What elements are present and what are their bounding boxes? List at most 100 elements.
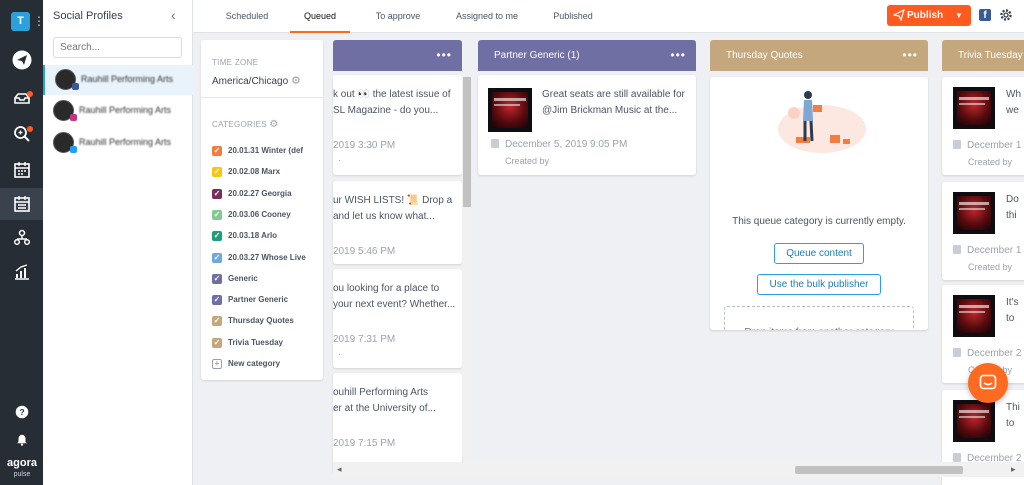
facebook-icon [72, 83, 79, 90]
new-category-label: New category [228, 359, 281, 368]
timezone-value[interactable]: America/Chicago ⚙ [212, 74, 301, 87]
queue-settings-panel: TIME ZONE America/Chicago ⚙ CATEGORIES ⚙… [201, 40, 323, 380]
tab-published[interactable]: Published [545, 0, 601, 33]
bar-chart-icon [14, 264, 29, 280]
category-item[interactable]: ✓ 20.01.31 Winter (def [212, 144, 320, 158]
category-item[interactable]: ✓ 20.03.18 Arlo [212, 229, 320, 243]
queue-calendar-icon [13, 196, 30, 212]
checkbox-checked-icon[interactable]: ✓ [212, 146, 222, 156]
gear-icon[interactable] [999, 8, 1013, 22]
profiles-panel: Social Profiles ‹ Rauhill Performing Art… [43, 0, 193, 485]
categories-label: CATEGORIES ⚙ [212, 119, 279, 130]
category-label: Generic [228, 273, 258, 283]
tab-to-approve[interactable]: To approve [365, 0, 431, 33]
agorapulse-logo[interactable]: agora pulse [4, 458, 40, 480]
horizontal-scrollbar[interactable]: ◂ ▸ [333, 462, 1024, 477]
checkbox-checked-icon[interactable]: ✓ [212, 273, 222, 284]
column-header: ••• [333, 40, 462, 71]
bulk-publisher-button[interactable]: Use the bulk publisher [757, 274, 881, 295]
timezone-text: America/Chicago [212, 76, 289, 87]
checkbox-checked-icon[interactable]: ✓ [212, 188, 222, 199]
post-text: It's to [1006, 297, 1019, 324]
help-icon: ? [15, 405, 28, 419]
drop-zone[interactable]: Drop items from another category [724, 306, 914, 330]
category-item[interactable]: ✓ 20.03.27 Whose Live [212, 251, 320, 265]
checkbox-checked-icon[interactable]: ✓ [212, 337, 222, 348]
profile-search-input[interactable] [53, 37, 182, 58]
gear-icon[interactable]: ⚙ [269, 119, 278, 130]
checkbox-checked-icon[interactable]: ✓ [212, 209, 222, 220]
gear-icon[interactable]: ⚙ [291, 75, 301, 87]
queued-post-card[interactable]: ou looking for a place to your next event… [333, 269, 462, 368]
category-label: 20.03.06 Cooney [228, 209, 291, 219]
category-item[interactable]: ✓ Generic [212, 272, 320, 286]
queued-post-card[interactable]: ouhill Performing Arts er at the Universi… [333, 373, 462, 473]
publishing-tabs: Scheduled Queued To approve Assigned to … [193, 0, 1024, 33]
category-item[interactable]: ✓ 20.03.06 Cooney [212, 208, 320, 222]
category-item[interactable]: ✓ 20.02.08 Marx [212, 165, 320, 179]
category-item[interactable]: ✓ Partner Generic [212, 293, 320, 307]
category-item[interactable]: ✓ 20.02.27 Georgia [212, 187, 320, 201]
queued-post-card[interactable]: Do thi December 1 Created by [942, 182, 1024, 280]
rail-notifications-button[interactable] [0, 423, 43, 455]
more-options-icon[interactable]: ••• [902, 40, 918, 71]
rail-queue-button[interactable] [0, 188, 43, 220]
queued-post-card[interactable]: Wh we December 1 Created by [942, 77, 1024, 175]
tab-queued[interactable]: Queued [290, 0, 350, 33]
post-created-by: Created by [968, 262, 1013, 272]
column-scrollbar[interactable] [462, 71, 472, 457]
paper-plane-icon [12, 50, 31, 70]
rail-reports-button[interactable] [0, 256, 43, 288]
queued-post-card[interactable]: ur WISH LISTS! 📜 Drop a and let us know w… [333, 181, 462, 264]
post-created-by: · [338, 349, 341, 359]
account-avatar[interactable]: T [11, 12, 30, 31]
chat-support-button[interactable] [968, 363, 1008, 403]
tab-scheduled[interactable]: Scheduled [217, 0, 277, 33]
category-label: 20.01.31 Winter (def [228, 146, 304, 155]
bell-icon [16, 434, 27, 446]
profile-name: Rauhill Performing Arts [79, 105, 172, 115]
post-date: December 2 [953, 348, 1021, 359]
calendar-icon [953, 245, 961, 254]
checkbox-checked-icon[interactable]: ✓ [212, 231, 222, 242]
publish-button[interactable]: Publish ▼ [887, 5, 971, 26]
post-thumbnail [488, 88, 532, 132]
facebook-icon[interactable]: f [979, 9, 991, 21]
rail-calendar-button[interactable] [0, 154, 43, 186]
empty-queue-illustration [778, 91, 866, 153]
more-options-icon[interactable]: ••• [436, 40, 452, 71]
instagram-icon [70, 114, 77, 121]
rail-team-button[interactable] [0, 222, 43, 254]
rail-publish-button[interactable] [0, 44, 43, 76]
post-created-by: · [338, 155, 341, 165]
checkbox-checked-icon[interactable]: ✓ [212, 167, 222, 178]
tab-assigned-to-me[interactable]: Assigned to me [451, 0, 523, 33]
queued-post-card[interactable]: k out 👀 the latest issue of SL Magazine -… [333, 75, 462, 175]
notification-dot [27, 91, 33, 97]
checkbox-checked-icon[interactable]: ✓ [212, 252, 222, 263]
paper-plane-icon [893, 9, 905, 21]
queue-content-button[interactable]: Queue content [774, 243, 864, 264]
rail-inbox-button[interactable] [0, 82, 43, 114]
post-date: December 1 [953, 140, 1021, 151]
more-options-icon[interactable]: ••• [670, 40, 686, 71]
profile-item-twitter[interactable]: Rauhill Performing Arts [43, 128, 193, 158]
new-category-button[interactable]: + New category [212, 357, 320, 371]
profile-item-instagram[interactable]: Rauhill Performing Arts [43, 96, 193, 126]
post-text: Do thi [1006, 194, 1019, 221]
rail-listening-button[interactable] [0, 118, 43, 150]
column-header: Trivia Tuesday [942, 40, 1024, 71]
profile-name: Rauhill Performing Arts [79, 137, 172, 147]
profile-item-facebook[interactable]: Rauhill Performing Arts [43, 65, 193, 95]
category-item[interactable]: ✓ Trivia Tuesday [212, 336, 320, 350]
collapse-panel-icon[interactable]: ‹ [171, 7, 176, 23]
post-date: 2019 7:15 PM [333, 438, 396, 449]
calendar-icon [953, 140, 961, 149]
checkbox-checked-icon[interactable]: ✓ [212, 295, 222, 306]
queued-post-card[interactable]: Great seats are still available for @Jim … [478, 75, 696, 175]
checkbox-checked-icon[interactable]: ✓ [212, 316, 222, 327]
post-text: ur WISH LISTS! 📜 Drop a and let us know w… [333, 195, 453, 222]
profile-name: Rauhill Performing Arts [81, 74, 174, 84]
scroll-left-icon: ◂ [337, 464, 342, 474]
category-item[interactable]: ✓ Thursday Quotes [212, 314, 320, 328]
